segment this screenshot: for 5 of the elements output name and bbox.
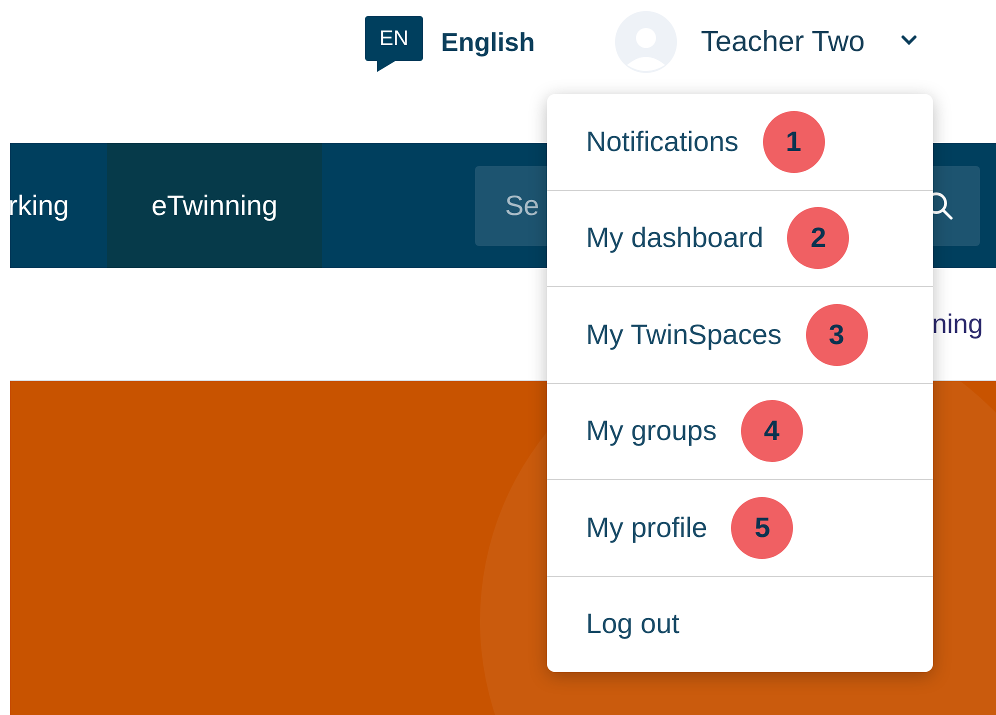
- number-badge: 4: [740, 400, 803, 462]
- number-badge: 1: [762, 110, 825, 173]
- number-badge: 5: [731, 496, 794, 559]
- number-badge: 2: [787, 207, 850, 270]
- number-badge: 3: [806, 304, 868, 366]
